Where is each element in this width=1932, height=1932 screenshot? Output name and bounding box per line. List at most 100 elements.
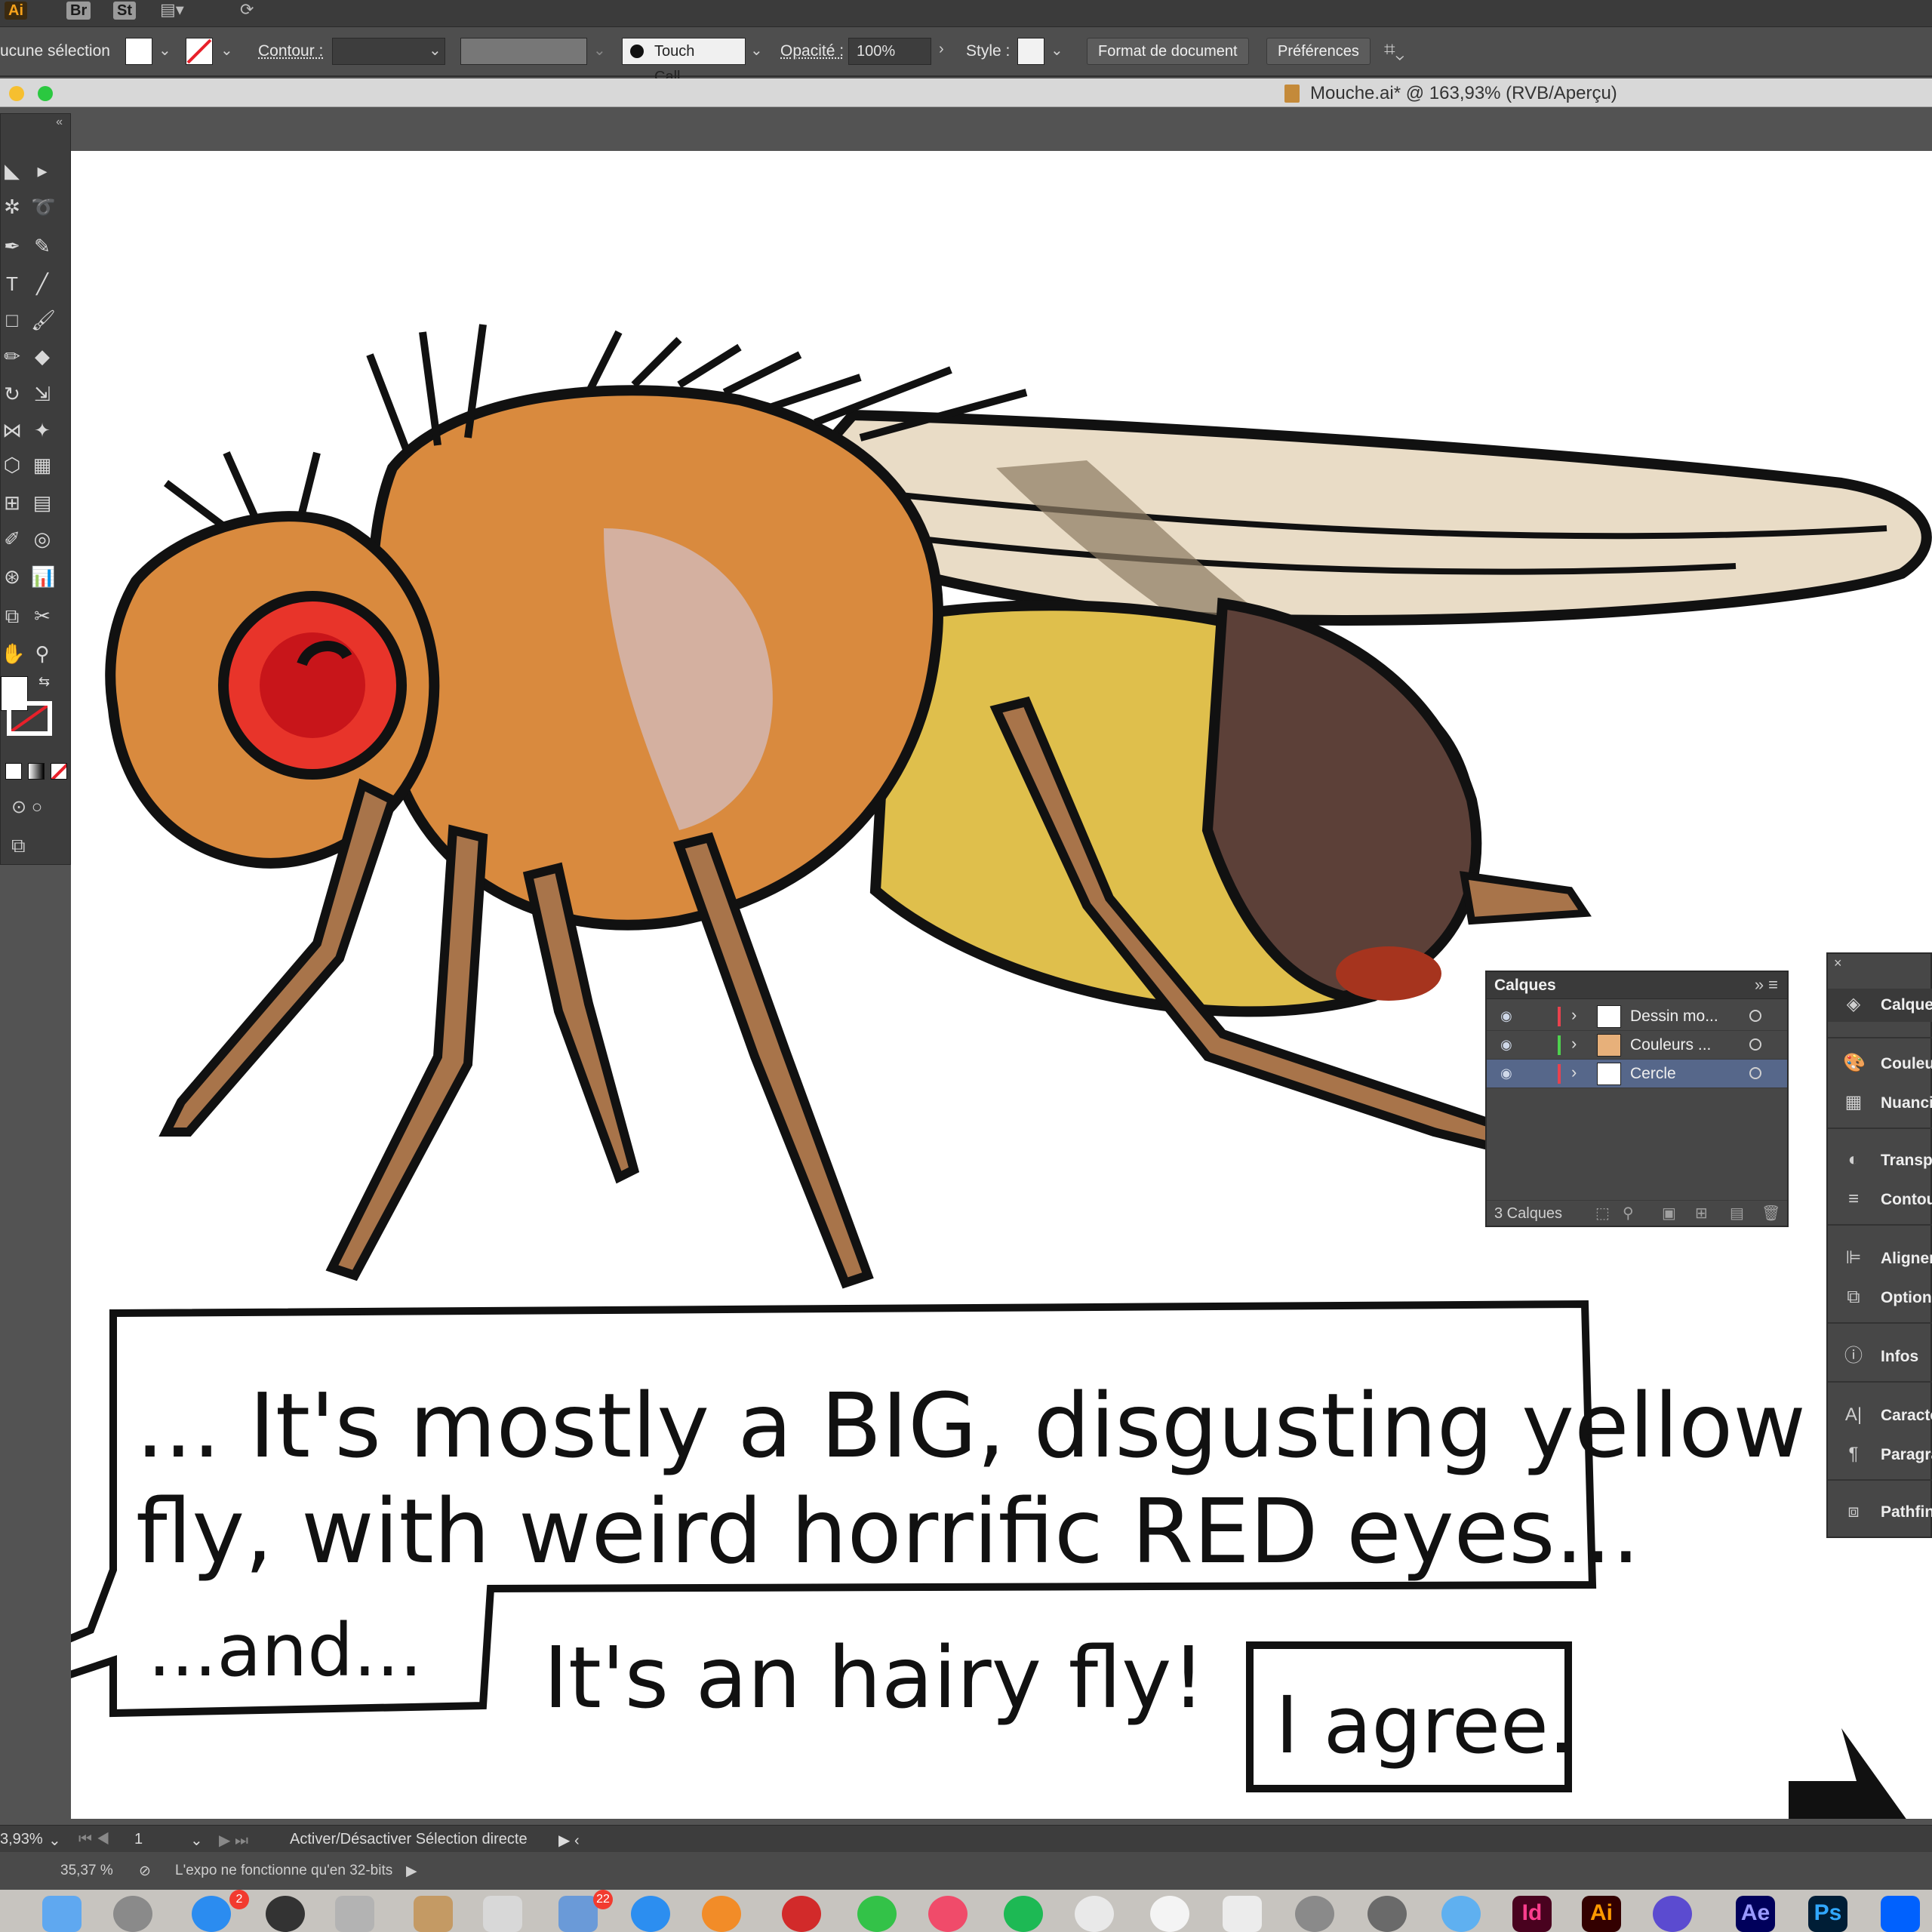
chevron-down-icon[interactable]: ⌄: [750, 41, 763, 60]
chevron-down-icon[interactable]: ⌄: [190, 1831, 203, 1850]
layer-row[interactable]: ◉ › Couleurs ...: [1487, 1031, 1787, 1060]
layer-name[interactable]: Dessin mo...: [1630, 1008, 1718, 1026]
sync-icon[interactable]: ⟳: [240, 0, 254, 20]
chevron-right-icon[interactable]: ▶: [406, 1863, 417, 1880]
direct-selection-tool-icon[interactable]: ▸: [31, 159, 54, 182]
layer-target-icon[interactable]: [1749, 1038, 1761, 1051]
document-setup-button[interactable]: Format de document: [1087, 38, 1249, 65]
shape-builder-tool-icon[interactable]: ⬡: [1, 454, 23, 476]
visibility-eye-icon[interactable]: ◉: [1500, 1037, 1517, 1054]
chevron-down-icon[interactable]: ⌄: [220, 41, 233, 60]
width-tool-icon[interactable]: ⋈: [1, 419, 23, 441]
whatsapp-app-icon[interactable]: [857, 1896, 897, 1932]
blend-tool-icon[interactable]: ◎: [31, 528, 54, 550]
layer-name[interactable]: Cercle: [1630, 1065, 1676, 1083]
selection-tool-icon[interactable]: ◣: [1, 159, 23, 182]
dropbox-app-icon[interactable]: [1881, 1896, 1920, 1932]
hand-tool-icon[interactable]: ✋: [1, 642, 25, 665]
puppet-warp-tool-icon[interactable]: ✦: [31, 419, 54, 441]
stroke-color-box[interactable]: [7, 701, 52, 736]
none-mode-icon[interactable]: [51, 763, 67, 780]
dock-item-paragraph[interactable]: ¶ Paragra: [1828, 1438, 1932, 1472]
slack-app-icon[interactable]: [1223, 1896, 1262, 1932]
zoom-tool-icon[interactable]: ⚲: [31, 642, 54, 665]
rectangle-tool-icon[interactable]: □: [1, 309, 23, 331]
symbol-sprayer-tool-icon[interactable]: ⊛: [1, 565, 23, 588]
dock-item-pathfinder[interactable]: ⧈ Pathfin: [1828, 1496, 1932, 1529]
stroke-swatch[interactable]: [186, 38, 213, 65]
new-layer-icon[interactable]: ▤: [1730, 1204, 1744, 1223]
preferences-button[interactable]: Préférences: [1266, 38, 1371, 65]
calculator-app-icon[interactable]: [335, 1896, 374, 1932]
photoshop-app-icon[interactable]: Ps: [1808, 1896, 1847, 1932]
workspace-icon[interactable]: ▤▾: [160, 0, 184, 20]
system-preferences-app-icon[interactable]: [113, 1896, 152, 1932]
firefox-app-icon[interactable]: [702, 1896, 741, 1932]
layer-target-icon[interactable]: [1749, 1067, 1761, 1079]
mesh-tool-icon[interactable]: ⊞: [1, 491, 23, 514]
app-tag-stock[interactable]: St: [113, 2, 136, 20]
artboard-number[interactable]: 1: [134, 1831, 143, 1848]
layer-name[interactable]: Couleurs ...: [1630, 1036, 1711, 1054]
notes-app-icon[interactable]: [414, 1896, 453, 1932]
close-icon[interactable]: ×: [1834, 955, 1842, 971]
dashboard-app-icon[interactable]: [266, 1896, 305, 1932]
preview-app-icon[interactable]: [558, 1896, 598, 1932]
graph-tool-icon[interactable]: 📊: [31, 565, 55, 588]
artboard-nav-first-icon[interactable]: ⏮ ◀: [78, 1831, 109, 1848]
layer-row[interactable]: ◉ › Cercle: [1487, 1060, 1787, 1088]
zoom-level[interactable]: 3,93%: [0, 1831, 43, 1848]
locate-object-icon[interactable]: ⚲: [1623, 1204, 1634, 1223]
music-app-icon[interactable]: [928, 1896, 968, 1932]
dock-item-info[interactable]: ⓘ Infos: [1828, 1340, 1932, 1374]
illustrator-app-icon[interactable]: Ai: [1582, 1896, 1621, 1932]
photos-app-icon[interactable]: [1150, 1896, 1189, 1932]
lasso-tool-icon[interactable]: ➰: [31, 195, 55, 218]
line-tool-icon[interactable]: ╱: [31, 272, 54, 295]
transform-icon[interactable]: ⌗⌄: [1384, 38, 1404, 62]
indesign-app-icon[interactable]: Id: [1512, 1896, 1552, 1932]
opacity-label[interactable]: Opacité :: [780, 42, 844, 60]
dock-item-align[interactable]: ⊫ Aligner: [1828, 1242, 1932, 1275]
dock-item-swatches[interactable]: ▦ Nuanci: [1828, 1087, 1932, 1120]
screen-mode-icon[interactable]: ⧉: [11, 834, 26, 858]
zoom-button[interactable]: [38, 86, 53, 101]
flower-app-icon[interactable]: [782, 1896, 821, 1932]
dock-item-stroke[interactable]: ≡ Contou: [1828, 1183, 1932, 1217]
fill-swatch[interactable]: [125, 38, 152, 65]
type-tool-icon[interactable]: T: [1, 272, 23, 295]
finder-app-icon[interactable]: [42, 1896, 82, 1932]
brush-field[interactable]: Touch Call...: [622, 38, 746, 85]
dock-item-layers[interactable]: ◈ Calques: [1828, 989, 1932, 1022]
dock-item-color[interactable]: 🎨 Couleu: [1828, 1048, 1932, 1081]
opacity-field[interactable]: 100%: [848, 38, 931, 65]
artboard-tool-icon[interactable]: ⧉: [1, 605, 23, 627]
dock-item-character[interactable]: A| Caractè: [1828, 1399, 1932, 1432]
panel-menu-icon[interactable]: » ≡: [1755, 975, 1778, 995]
swap-colors-icon[interactable]: ⇆: [38, 674, 50, 690]
new-sublayer-icon[interactable]: ⊞: [1695, 1204, 1708, 1223]
dock-item-transparency[interactable]: ◐ Transp: [1828, 1144, 1932, 1177]
imovie-app-icon[interactable]: [1653, 1896, 1692, 1932]
gradient-mode-icon[interactable]: [28, 763, 45, 780]
variable-width-field[interactable]: [460, 38, 587, 65]
dock-item-options[interactable]: ⧉ Option: [1828, 1281, 1932, 1315]
pencil-tool-icon[interactable]: ✏: [1, 345, 23, 368]
stroke-label[interactable]: Contour :: [258, 42, 323, 60]
rss-app-icon[interactable]: [1295, 1896, 1334, 1932]
slice-tool-icon[interactable]: ✂: [31, 605, 54, 627]
chevron-down-icon[interactable]: ⌄: [429, 41, 441, 60]
eraser-tool-icon[interactable]: ◆: [31, 345, 54, 368]
scale-tool-icon[interactable]: ⇲: [31, 383, 54, 405]
layer-target-icon[interactable]: [1749, 1010, 1761, 1022]
draw-mode-icon[interactable]: ⊙ ○: [11, 796, 42, 818]
pen-tool-icon[interactable]: ✒: [1, 235, 23, 257]
transmit-app-icon[interactable]: [1367, 1896, 1407, 1932]
chrome-app-icon[interactable]: [1075, 1896, 1114, 1932]
status-menu-icon[interactable]: ▶ ‹: [558, 1831, 580, 1850]
magic-wand-tool-icon[interactable]: ✲: [1, 195, 23, 218]
expand-arrow-icon[interactable]: ›: [1571, 1005, 1577, 1025]
gradient-tool-icon[interactable]: ▤: [31, 491, 54, 514]
perspective-grid-tool-icon[interactable]: ▦: [31, 454, 54, 476]
expand-arrow-icon[interactable]: ›: [1571, 1063, 1577, 1082]
